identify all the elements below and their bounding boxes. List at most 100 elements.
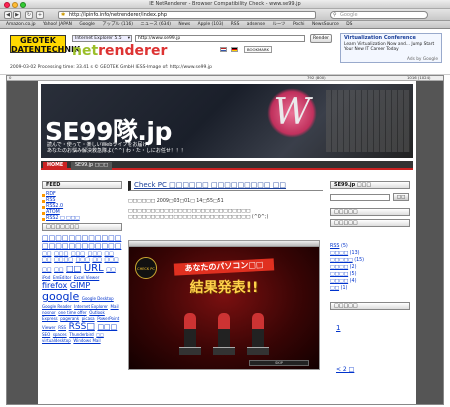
category-item[interactable]: □□□□□ (15)	[330, 258, 364, 263]
tag-link[interactable]: □□	[106, 267, 115, 273]
browser-version-select[interactable]: Internet Explorer 5.5 ▾	[72, 35, 132, 42]
bookmark-item[interactable]: NewsSource	[312, 22, 339, 27]
ads-by-google[interactable]: Ads by Google	[407, 57, 438, 62]
video-controls[interactable]: SKIP	[249, 360, 309, 366]
tag-link[interactable]: □□	[96, 332, 104, 337]
tag-link[interactable]: SEO	[42, 332, 50, 337]
post-title[interactable]: Check PC □□□□□□ □□□□□□□□□ □□	[128, 181, 323, 191]
category-label[interactable]: □□□□	[330, 251, 348, 256]
nav-home[interactable]: HOME	[43, 162, 68, 170]
tag-link[interactable]: firefox	[42, 281, 67, 290]
search-field[interactable]: ⚲ Google	[330, 11, 428, 19]
previous-page-link[interactable]: < 2 □	[336, 366, 354, 373]
post-image[interactable]: CHECK PC あなたのパソコン□□ 結果発表!! SKIP	[128, 240, 320, 370]
tag-link[interactable]: nosnor	[42, 310, 56, 315]
category-label[interactable]: □□□□	[330, 279, 348, 284]
tag-link[interactable]: □□□	[76, 257, 90, 263]
site-search-input[interactable]	[330, 194, 390, 201]
feed-link-rss2[interactable]: RSS2.0	[46, 204, 63, 209]
category-label[interactable]: □□□□	[330, 272, 348, 277]
tag-link[interactable]: iPod	[42, 275, 50, 280]
tag-link[interactable]: one time offer	[58, 310, 86, 315]
flag-en-icon[interactable]	[220, 47, 227, 52]
add-bookmark-button[interactable]: +	[36, 11, 44, 19]
feed-link-rdf[interactable]: RDF	[46, 192, 56, 197]
tag-link[interactable]: □□	[104, 251, 113, 257]
category-item[interactable]: □□□□ (4)	[330, 279, 356, 284]
back-button[interactable]: ◀	[4, 11, 12, 19]
site-search-button[interactable]: □□	[393, 193, 409, 201]
tag-link[interactable]: google	[42, 290, 79, 303]
bookmark-item[interactable]: Pochi	[293, 22, 305, 27]
bookmark-item[interactable]: ルーツ	[272, 22, 285, 27]
tag-link[interactable]: □□	[66, 264, 81, 273]
tag-link[interactable]: Mail	[111, 304, 119, 309]
tag-link[interactable]: GIMP	[70, 281, 90, 290]
category-item[interactable]: □□□□ (2)	[330, 265, 356, 270]
feed-link-atom[interactable]: ATOM	[46, 210, 60, 215]
bookmark-item[interactable]: Apple (103)	[198, 22, 224, 27]
address-bar[interactable]: ✱ http://ipinfo.info/netrenderer/index.p…	[58, 11, 316, 19]
nav-about[interactable]: SE99.jp □□□	[71, 162, 113, 170]
tag-link[interactable]: Internet Explorer	[74, 304, 108, 309]
bookmark-item[interactable]: Amazon.co.jp	[6, 22, 36, 27]
category-label[interactable]: □□□□□	[330, 258, 353, 263]
minimize-window-button[interactable]	[12, 1, 18, 8]
bookmark-button[interactable]: BOOKMARK	[244, 46, 273, 53]
bookmark-item[interactable]: adsense	[247, 22, 265, 27]
calendar-day-link[interactable]: 1	[336, 324, 340, 332]
render-url-input[interactable]: http://www.se99.jp	[135, 35, 305, 42]
tag-link[interactable]: RSS	[58, 325, 66, 330]
bookmark-item[interactable]: ニュース (634)	[140, 22, 171, 27]
tag-link[interactable]: Google Desktop	[82, 296, 114, 301]
tag-link[interactable]: Thunderbird	[69, 332, 93, 337]
category-label[interactable]: □□□□	[330, 265, 348, 270]
zoom-window-button[interactable]	[20, 1, 26, 8]
tag-link[interactable]: virtualdesktop	[42, 338, 71, 343]
tag-link[interactable]: □□□□□□□□□□□□	[42, 234, 121, 242]
category-item[interactable]: □□ (1)	[330, 286, 347, 291]
tag-link[interactable]: □□□	[54, 251, 68, 257]
tag-link[interactable]: spaces	[53, 332, 67, 337]
bookmark-item[interactable]: アップル (116)	[102, 22, 133, 27]
tag-link[interactable]: Google Reader	[42, 304, 72, 309]
tag-link[interactable]: □□□□	[54, 257, 73, 263]
tag-link[interactable]: RSS□	[69, 322, 95, 332]
tag-link[interactable]: □□□□□□□□□□□□	[42, 242, 121, 250]
category-label[interactable]: □□	[330, 286, 339, 291]
tag-link[interactable]: □□	[54, 267, 63, 273]
close-window-button[interactable]	[4, 1, 10, 8]
bookmark-item[interactable]: Google	[79, 22, 94, 27]
category-item[interactable]: □□□□ (5)	[330, 272, 356, 277]
tag-link[interactable]: □□	[42, 251, 51, 257]
tag-link[interactable]: □□	[92, 257, 101, 263]
feed-link-rss[interactable]: RSS	[46, 198, 55, 203]
tag-link[interactable]: Windows Mail	[73, 338, 100, 343]
geotek-logo[interactable]: GEOTEK DATENTECHNIK	[10, 35, 80, 54]
category-label[interactable]: RSS	[330, 244, 339, 249]
tag-link[interactable]: Excel Viewer	[74, 275, 99, 280]
category-item[interactable]: RSS (5)	[330, 244, 348, 249]
render-button[interactable]: Render	[310, 34, 332, 43]
tag-link[interactable]: □□□	[97, 323, 117, 331]
category-item[interactable]: □□□□ (13)	[330, 251, 360, 256]
bookmark-item[interactable]: DS	[346, 22, 352, 27]
tag-link[interactable]: □□□	[88, 251, 102, 257]
reload-button[interactable]: ↻	[25, 11, 33, 19]
forward-button[interactable]: ▶	[13, 11, 21, 19]
tag-link[interactable]: pagerank	[60, 316, 79, 321]
tag-link[interactable]: EmEditor	[53, 275, 71, 280]
tag-link[interactable]: □□□	[71, 251, 85, 257]
ad-title[interactable]: Virtualization Conference	[344, 35, 416, 41]
bookmark-item[interactable]: News	[178, 22, 190, 27]
tag-link[interactable]: URL	[84, 263, 104, 274]
tag-link[interactable]: picasa	[82, 316, 95, 321]
tag-link[interactable]: □□	[42, 257, 51, 263]
flag-de-icon[interactable]	[231, 47, 238, 52]
tag-link[interactable]: □□□	[104, 257, 118, 263]
google-ad[interactable]: Virtualization Conference Learn Virtuali…	[340, 33, 442, 63]
tag-link[interactable]: □□	[42, 267, 51, 273]
bookmark-item[interactable]: Yahoo! JAPAN	[43, 22, 72, 27]
bookmark-item[interactable]: RSS	[231, 22, 240, 27]
feed-link-rss2-comments[interactable]: RSS2 □ □□□	[46, 216, 80, 221]
